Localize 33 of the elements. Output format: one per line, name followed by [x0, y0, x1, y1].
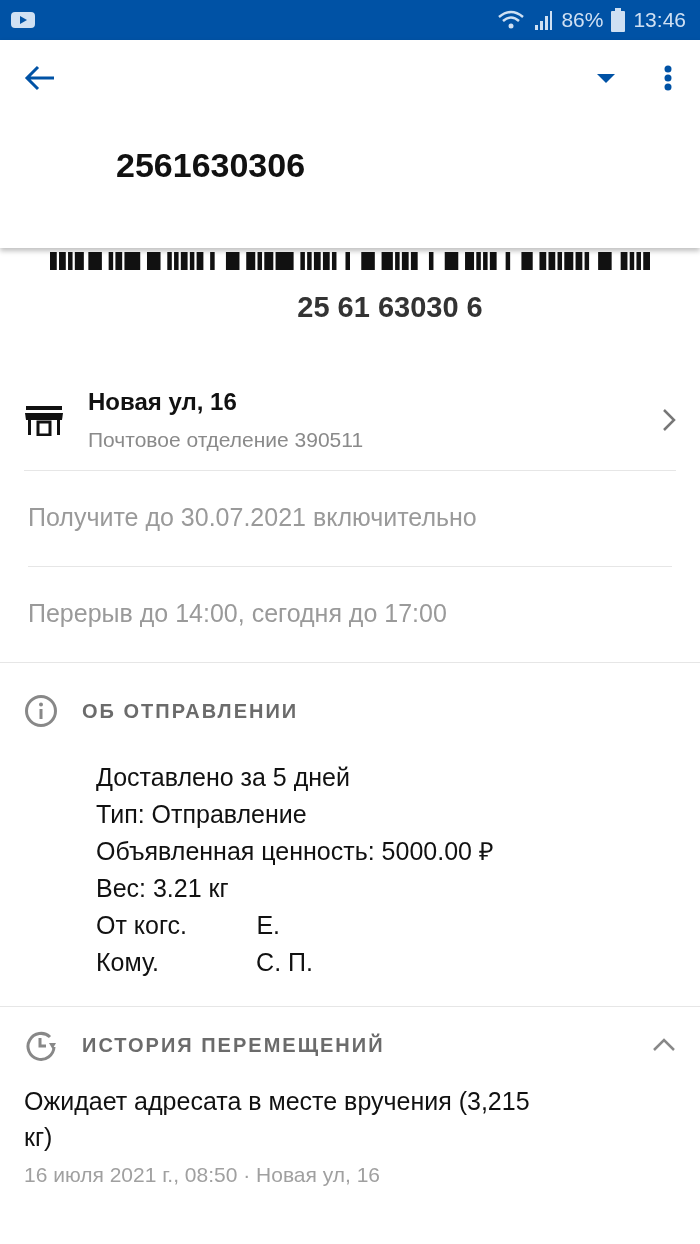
notice-text: Получите до 30.07.2021 включительно — [27, 502, 478, 534]
store-icon — [24, 403, 64, 436]
section-heading: ИСТОРИЯ ПЕРЕМЕЩЕНИЙ — [82, 1032, 385, 1058]
history-header[interactable]: ИСТОРИЯ ПЕРЕМЕЩЕНИЙ — [0, 1006, 700, 1083]
detail-line: Доставлено за 5 дней — [96, 761, 351, 793]
back-button[interactable] — [24, 64, 56, 92]
battery-icon — [611, 8, 626, 32]
detail-line: Вес: 3.21 кг — [96, 872, 230, 904]
more-button[interactable] — [664, 65, 672, 91]
event-title: Ожидает адресата в месте вручения (3,215 кг) — [24, 1085, 531, 1153]
office-name: Новая ул, 16 — [88, 386, 238, 417]
barcode-number: 25 61 63030 6 — [296, 290, 484, 325]
detail-line: Кому. С. П. — [96, 946, 314, 978]
detail-line: От когс. Е. — [96, 909, 282, 941]
dropdown-button[interactable] — [596, 73, 616, 83]
office-subtitle: Почтовое отделение 390511 — [88, 426, 364, 453]
section-heading: ОБ ОТПРАВЛЕНИИ — [82, 698, 299, 724]
detail-line: Тип: Отправление — [96, 798, 308, 830]
detail-line: Объявленная ценность: 5000.00 ₽ — [96, 835, 495, 867]
chevron-right-icon — [662, 407, 676, 432]
battery-percent: 86% — [561, 7, 604, 34]
office-row[interactable]: Новая ул, 16 Почтовое отделение 390511 — [0, 369, 700, 470]
back-arrow-icon — [24, 64, 56, 92]
more-icon — [664, 65, 672, 91]
signal-icon — [533, 9, 554, 31]
info-icon — [24, 693, 58, 728]
video-app-icon — [10, 10, 36, 30]
wifi-icon — [497, 9, 526, 31]
caret-icon — [596, 73, 616, 83]
event-meta: 16 июля 2021 г., 08:50 · Новая ул, 16 — [24, 1161, 381, 1188]
notice-text: Перерыв до 14:00, сегодня до 17:00 — [27, 598, 448, 630]
tracking-number: 2561630306 — [115, 145, 307, 186]
clock: 13:46 — [633, 7, 686, 34]
